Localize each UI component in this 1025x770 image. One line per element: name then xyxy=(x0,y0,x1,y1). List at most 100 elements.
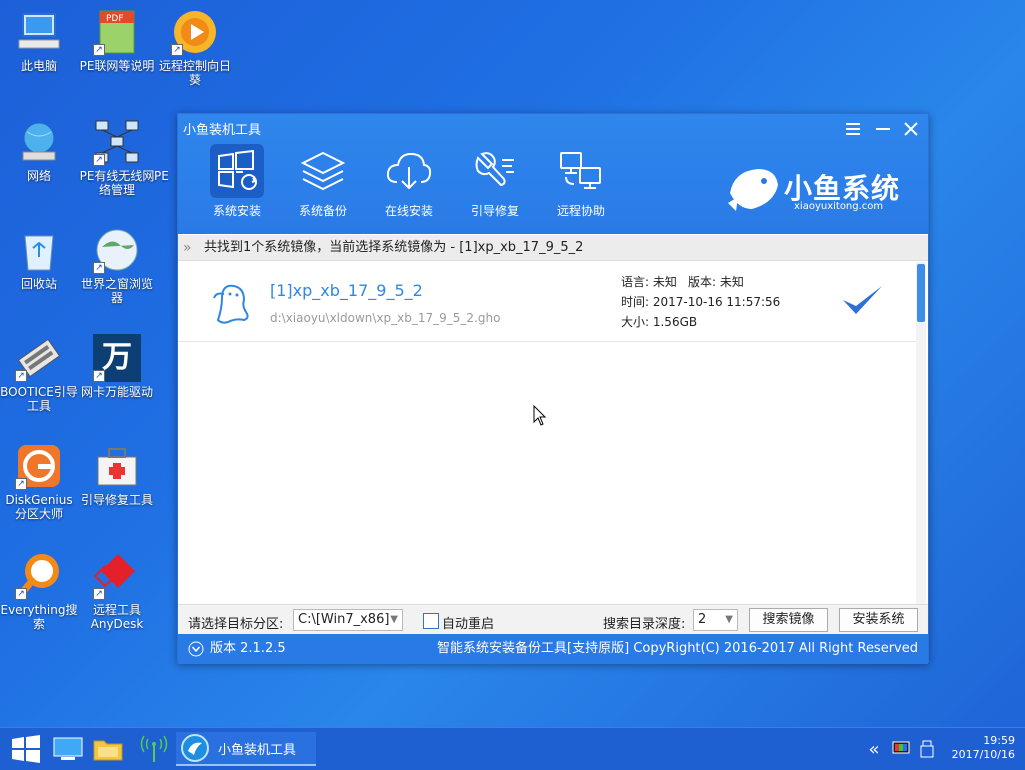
tab-system-install[interactable]: 系统安装 xyxy=(206,144,268,218)
desktop-icon-bootice[interactable]: ↗ BOOTICE引导工具 xyxy=(0,334,78,413)
image-name-link[interactable]: [1]xp_xb_17_9_5_2 xyxy=(270,281,423,300)
search-depth-select[interactable]: 2 ▼ xyxy=(693,609,738,631)
target-partition-value: C:\[Win7_x86] xyxy=(298,612,390,627)
desktop-icon-everything[interactable]: ↗ Everything搜索 xyxy=(0,552,78,631)
version-chevron-icon[interactable] xyxy=(188,641,204,657)
first-aid-kit-icon xyxy=(93,442,141,490)
minimize-button[interactable] xyxy=(872,118,894,140)
shortcut-arrow-icon: ↗ xyxy=(93,154,105,166)
tray-expand-button[interactable]: « xyxy=(864,732,884,766)
desktop-icon-label: PE联网等说明 xyxy=(79,59,155,73)
status-bar: 版本 2.1.2.5 智能系统安装备份工具[支持原版] CopyRight(C)… xyxy=(178,634,928,664)
system-clock[interactable]: 19:59 2017/10/16 xyxy=(952,734,1015,762)
tray-usb-button[interactable] xyxy=(916,732,938,766)
desktop-icon-label: 远程工具AnyDesk xyxy=(90,603,144,631)
list-scrollbar[interactable] xyxy=(916,262,926,604)
app-logo-icon xyxy=(181,734,209,762)
globe-network-icon xyxy=(15,118,63,166)
desktop-icon-this-pc[interactable]: 此电脑 xyxy=(0,8,78,73)
scrollbar-thumb[interactable] xyxy=(917,264,925,322)
tab-label: 系统安装 xyxy=(212,204,261,218)
desktop-icon-label: DiskGenius分区大师 xyxy=(5,493,73,521)
image-size: 大小: 1.56GB xyxy=(621,315,698,329)
image-list[interactable]: [1]xp_xb_17_9_5_2 d:\xiaoyu\xldown\xp_xb… xyxy=(178,262,916,604)
desktop-icon-pe-network[interactable]: ↗ PE有线无线网络管理 xyxy=(78,118,156,197)
auto-restart-label: 自动重启 xyxy=(442,617,495,632)
shortcut-arrow-icon: ↗ xyxy=(15,588,27,600)
mouse-cursor-icon xyxy=(533,405,547,426)
windows-logo-icon xyxy=(12,735,40,763)
taskbar-desktop-button[interactable] xyxy=(50,732,86,766)
sunflower-icon: ↗ xyxy=(171,8,219,56)
desktop-icon-pe-notes[interactable]: PDF ↗ PE联网等说明 xyxy=(78,8,156,73)
shortcut-arrow-icon: ↗ xyxy=(93,370,105,382)
close-button[interactable] xyxy=(900,118,922,140)
shortcut-arrow-icon: ↗ xyxy=(15,370,27,382)
image-version: 版本: 未知 xyxy=(688,275,744,289)
menu-icon xyxy=(846,123,860,135)
desktop-icon-nic-driver[interactable]: 万 ↗ 网卡万能驱动 xyxy=(78,334,156,399)
image-path: d:\xiaoyu\xldown\xp_xb_17_9_5_2.gho xyxy=(270,311,501,325)
image-time: 时间: 2017-10-16 11:57:56 xyxy=(621,295,781,309)
layers-icon xyxy=(296,144,350,198)
clock-date: 2017/10/16 xyxy=(951,748,1015,761)
tab-label: 在线安装 xyxy=(384,204,433,218)
taskbar-network-tool-button[interactable] xyxy=(136,732,172,766)
window-header[interactable]: 小鱼装机工具 系统安装 系统备份 在线安装 引导修复 远程协助 小鱼系统 xia… xyxy=(178,114,928,234)
menu-button[interactable] xyxy=(842,118,864,140)
tab-online-install[interactable]: 在线安装 xyxy=(378,144,440,218)
taskbar-explorer-button[interactable] xyxy=(90,732,126,766)
desktop-icon-sunflower[interactable]: ↗ 远程控制向日葵 xyxy=(156,8,234,87)
tab-boot-repair[interactable]: 引导修复 xyxy=(464,144,526,218)
antenna-icon xyxy=(140,735,168,762)
list-item[interactable]: [1]xp_xb_17_9_5_2 d:\xiaoyu\xldown\xp_xb… xyxy=(178,262,916,342)
target-partition-select[interactable]: C:\[Win7_x86] ▼ xyxy=(293,609,403,631)
display-settings-icon xyxy=(892,741,910,754)
chevron-down-icon: ▼ xyxy=(390,614,398,625)
shortcut-arrow-icon: ↗ xyxy=(93,44,105,56)
monitor-icon xyxy=(53,737,83,760)
search-image-button[interactable]: 搜索镜像 xyxy=(749,608,828,632)
tab-remote-assist[interactable]: 远程协助 xyxy=(550,144,612,218)
install-controls: 请选择目标分区: C:\[Win7_x86] ▼ 自动重启 搜索目录深度: 2 … xyxy=(178,604,928,634)
search-depth-label: 搜索目录深度: xyxy=(603,617,686,632)
desktop-icon-label: BOOTICE引导工具 xyxy=(0,385,78,413)
desktop-icon-pe-partial[interactable]: PE xyxy=(150,118,178,183)
svg-text:PDF: PDF xyxy=(106,14,124,24)
desktop-icon-label: 远程控制向日葵 xyxy=(158,59,231,87)
copyright-text: 智能系统安装备份工具[支持原版] CopyRight(C) 2016-2017 … xyxy=(437,641,918,656)
tray-display-button[interactable] xyxy=(890,732,912,766)
image-lang: 语言: 未知 xyxy=(621,275,677,289)
diskgenius-icon: ↗ xyxy=(15,442,63,490)
desktop-icon-boot-repair[interactable]: 引导修复工具 xyxy=(78,442,156,507)
desktop-icon-label: PE有线无线网络管理 xyxy=(79,169,155,197)
pdf-file-icon: PDF ↗ xyxy=(93,8,141,56)
desktop-icon-anydesk[interactable]: ↗ 远程工具AnyDesk xyxy=(78,552,156,631)
anydesk-icon: ↗ xyxy=(93,552,141,600)
desktop-icon-label: 世界之窗浏览器 xyxy=(80,277,153,305)
double-chevron-right-icon: » xyxy=(183,240,192,256)
desktop-icon-network[interactable]: 网络 xyxy=(0,118,78,183)
app-icon xyxy=(152,118,176,166)
taskbar-app-xiaoyu[interactable]: 小鱼装机工具 xyxy=(176,732,316,766)
install-system-button[interactable]: 安装系统 xyxy=(839,608,918,632)
version-text: 版本 2.1.2.5 xyxy=(210,641,286,656)
start-button[interactable] xyxy=(6,732,46,766)
desktop-icon-recycle-bin[interactable]: 回收站 xyxy=(0,226,78,291)
taskbar-app-label: 小鱼装机工具 xyxy=(218,742,297,758)
minimize-icon xyxy=(876,128,890,130)
wrench-icon xyxy=(468,144,522,198)
desktop-icon-browser[interactable]: ↗ 世界之窗浏览器 xyxy=(78,226,156,305)
cloud-download-icon xyxy=(382,144,436,198)
fish-logo-icon xyxy=(728,169,778,211)
remote-desktop-icon xyxy=(554,144,608,198)
desktop-icon-label: Everything搜索 xyxy=(0,603,78,631)
target-partition-label: 请选择目标分区: xyxy=(188,617,284,632)
clock-time: 19:59 xyxy=(983,734,1015,747)
shortcut-arrow-icon: ↗ xyxy=(15,478,27,490)
auto-restart-checkbox[interactable] xyxy=(423,613,439,629)
tab-system-backup[interactable]: 系统备份 xyxy=(292,144,354,218)
folder-icon xyxy=(93,740,123,761)
chevron-down-icon: ▼ xyxy=(725,614,733,625)
desktop-icon-diskgenius[interactable]: ↗ DiskGenius分区大师 xyxy=(0,442,78,521)
